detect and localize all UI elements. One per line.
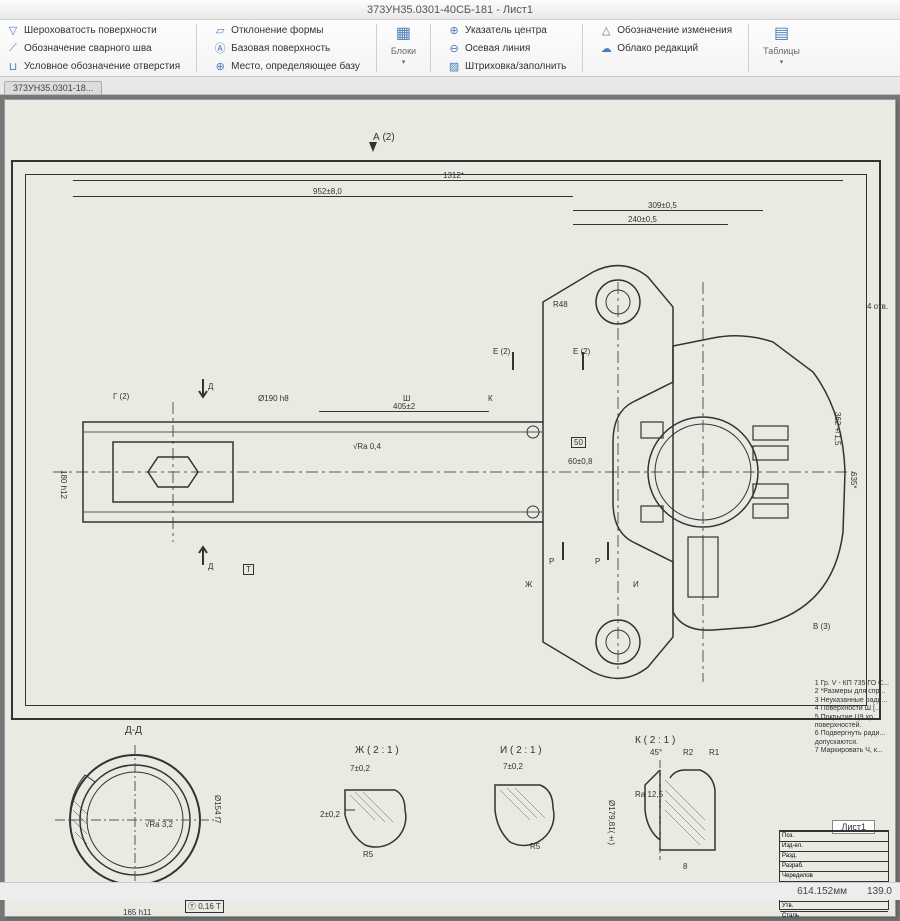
view-e1: Е (2) xyxy=(493,347,510,356)
dim-1312: 1312* xyxy=(443,171,464,180)
view-r2: Р xyxy=(595,557,600,566)
document-tab-bar: 373УН35.0301-18... xyxy=(0,77,900,95)
ribbon-tables-button[interactable]: ▤ Таблицы ▾ xyxy=(763,22,800,74)
view-e2: Е (2) xyxy=(573,347,590,356)
view-g: Г (2) xyxy=(113,392,129,401)
ribbon-item[interactable]: ⒶБазовая поверхность xyxy=(211,40,362,56)
drawing-notes: 1 Гр. V - КП 735 ГО С...2 *Размеры для с… xyxy=(815,680,889,756)
blocks-icon: ▦ xyxy=(392,22,414,44)
ribbon-item[interactable]: ⊖Осевая линия xyxy=(445,40,568,56)
ribbon-icon: ☁ xyxy=(599,41,613,55)
view-v: В (3) xyxy=(813,622,830,631)
status-coord1: 614.152мм xyxy=(797,886,847,897)
dim-405: 405±2 xyxy=(393,402,415,411)
ribbon-item[interactable]: ⊔Условное обозначение отверстия xyxy=(4,58,182,74)
dim-952: 952±8,0 xyxy=(313,187,342,196)
ribbon-icon: ⊔ xyxy=(6,59,20,73)
view-zh: Ж xyxy=(525,580,532,589)
dim-r48: R48 xyxy=(553,300,568,309)
dim-ra04: √Ra 0,4 xyxy=(353,442,381,451)
ribbon-item[interactable]: ☁Облако редакций xyxy=(597,40,734,56)
drawing-workspace[interactable]: ⌂↻⊕⊖◫▦⊞? А (2) 1312* 952±8,0 309±0,5 240… xyxy=(0,95,900,921)
dim-240: 240±0,5 xyxy=(628,215,657,224)
dim-4holes: 4 отв. xyxy=(867,302,888,311)
detail-i: И ( 2 : 1 ) 7±0,2 R5 xyxy=(475,760,585,875)
document-tab[interactable]: 373УН35.0301-18... xyxy=(4,81,102,94)
window-titlebar: 373УН35.0301-40СБ-181 - Лист1 xyxy=(0,0,900,20)
view-r1: Р xyxy=(549,557,554,566)
dim-60: 60±0,8 xyxy=(568,457,592,466)
tables-icon: ▤ xyxy=(771,22,793,44)
ribbon-toolbar: ▽Шероховатость поверхности ⟋Обозначение с… xyxy=(0,20,900,77)
ribbon-icon: ▽ xyxy=(6,23,20,37)
ribbon-item[interactable]: ⊕Место, определяющее базу xyxy=(211,58,362,74)
ribbon-item[interactable]: ⊕Указатель центра xyxy=(445,22,568,38)
ribbon-item[interactable]: ⟋Обозначение сварного шва xyxy=(4,40,182,56)
dim-190: Ø190 h8 xyxy=(258,394,289,403)
ribbon-item[interactable]: △Обозначение изменения xyxy=(597,22,734,38)
main-drawing-frame: А (2) 1312* 952±8,0 309±0,5 240±0,5 xyxy=(11,160,881,720)
datum-t: Т xyxy=(243,564,254,575)
ribbon-icon: ⊕ xyxy=(213,59,227,73)
ribbon-icon: ⊕ xyxy=(447,23,461,37)
ribbon-icon: Ⓐ xyxy=(213,41,227,55)
ribbon-blocks-button[interactable]: ▦ Блоки ▾ xyxy=(391,22,416,74)
view-i: И xyxy=(633,580,639,589)
ribbon-icon: ▨ xyxy=(447,59,461,73)
drawing-sheet: А (2) 1312* 952±8,0 309±0,5 240±0,5 xyxy=(4,99,896,917)
section-d-top: Д xyxy=(208,382,213,391)
ribbon-icon: ⊖ xyxy=(447,41,461,55)
ribbon-item[interactable]: ▱Отклонение формы xyxy=(211,22,362,38)
ribbon-icon: △ xyxy=(599,23,613,37)
ribbon-icon: ▱ xyxy=(213,23,227,37)
ribbon-item[interactable]: ▨Штриховка/заполнить xyxy=(445,58,568,74)
dim-180: 180 h12 xyxy=(59,470,68,499)
window-title: 373УН35.0301-40СБ-181 - Лист1 xyxy=(367,4,533,16)
dim-635: 635* xyxy=(849,472,858,488)
ribbon-item[interactable]: ▽Шероховатость поверхности xyxy=(4,22,182,38)
dim-309: 309±0,5 xyxy=(648,201,677,210)
dim-362: 362±1,5 xyxy=(833,412,842,445)
detail-k: К ( 2 : 1 ) 45° R2 R1 Ra 12,5 Ø179,81(±)… xyxy=(605,750,745,885)
detail-zh: Ж ( 2 : 1 ) 7±0,2 2±0,2 R5 xyxy=(325,760,445,875)
status-bar: 614.152мм 139.0 xyxy=(0,882,900,900)
ribbon-icon: ⟋ xyxy=(6,41,20,55)
status-coord2: 139.0 xyxy=(867,886,892,897)
dim-50: 50 xyxy=(571,437,586,448)
main-view-svg xyxy=(53,242,853,702)
view-k: К xyxy=(488,394,493,403)
section-d-bot: Д xyxy=(208,562,213,571)
